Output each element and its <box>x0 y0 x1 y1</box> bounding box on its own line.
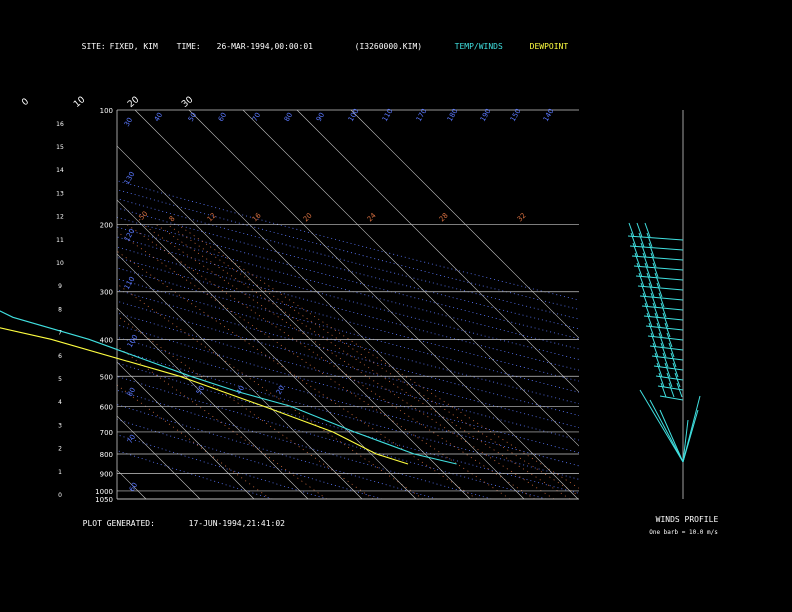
wind-barb-staff <box>637 285 684 291</box>
dry-adiabat-label: 30 <box>123 116 134 128</box>
dry-adiabat-label: 50 <box>195 384 206 396</box>
wind-barb-staff <box>631 255 684 261</box>
plot-generated-value: 17-JUN-1994,21:41:02 <box>188 519 285 528</box>
isotherm-line <box>296 110 579 393</box>
mixing-ratio-label: 8 <box>168 215 177 224</box>
isotherm-line <box>117 253 363 499</box>
isotherm-line <box>0 110 92 499</box>
dry-adiabat-label: 110 <box>123 275 137 291</box>
dry-adiabat-label: 40 <box>235 384 246 396</box>
height-tick-label: 9 <box>58 283 62 290</box>
height-tick-label: 2 <box>58 446 62 453</box>
pressure-tick-label: 400 <box>100 336 113 344</box>
height-tick-label: 15 <box>56 144 64 151</box>
wind-barb-staff <box>659 395 684 401</box>
isotherm-line <box>188 110 579 499</box>
wind-barb-staff <box>633 265 684 271</box>
pressure-tick-label: 200 <box>100 222 113 230</box>
mixing-ratio-label: 12 <box>206 211 218 223</box>
isotherm-label: 10 <box>72 95 87 110</box>
mixing-ratio-label: 32 <box>516 211 528 223</box>
isotherm-line <box>117 415 201 499</box>
dry-adiabat-label: 120 <box>123 227 137 243</box>
height-tick-label: 16 <box>56 121 64 128</box>
isotherm-line <box>350 110 579 339</box>
mixing-ratio-line <box>117 231 511 499</box>
height-tick-label: 4 <box>58 399 62 406</box>
dry-adiabat-label: 100 <box>126 333 140 349</box>
pressure-tick-label: 300 <box>100 289 113 297</box>
mixing-ratio-line <box>142 224 555 499</box>
dry-adiabat <box>117 450 273 499</box>
dry-adiabat-label: 70 <box>251 111 262 123</box>
dry-adiabat-label: 40 <box>153 111 164 123</box>
isotherm-line <box>117 199 417 499</box>
wind-barb-staff <box>629 245 684 251</box>
pressure-tick-label: 500 <box>100 373 113 381</box>
plot-generated-label: PLOT GENERATED: <box>82 519 155 528</box>
height-tick-label: 10 <box>56 260 64 267</box>
mixing-ratio-label: 28 <box>438 211 450 223</box>
dry-adiabat-label: 90 <box>315 111 326 123</box>
mixing-ratio-label: -50 <box>136 210 150 224</box>
mixing-ratio-label: 16 <box>251 211 263 223</box>
pressure-tick-label: 100 <box>100 107 113 115</box>
isotherm-line <box>134 110 525 499</box>
mixing-ratio-line <box>117 345 327 499</box>
dry-adiabat-label: 60 <box>217 111 228 123</box>
height-tick-label: 14 <box>56 167 64 174</box>
wind-barb-staff <box>682 409 699 463</box>
dry-adiabat-label: 50 <box>187 111 198 123</box>
isotherm-label: 30 <box>180 95 195 110</box>
dry-adiabat <box>117 434 328 499</box>
wind-barb-staff <box>659 409 684 463</box>
mixing-ratio-line <box>117 283 424 499</box>
mixing-ratio-label: 20 <box>302 211 314 223</box>
dry-adiabat-label: 70 <box>126 433 137 445</box>
dry-adiabat-label: 80 <box>283 111 294 123</box>
wind-barb-staff <box>627 235 684 241</box>
height-tick-label: 0 <box>58 492 62 499</box>
isotherm-label: 20 <box>126 95 141 110</box>
height-tick-label: 13 <box>56 190 64 197</box>
height-tick-label: 12 <box>56 214 64 221</box>
dry-adiabat-label: 80 <box>126 386 137 398</box>
mixing-ratio-line <box>167 224 579 497</box>
pressure-tick-label: 800 <box>100 451 113 459</box>
wind-barb-staff <box>682 419 689 463</box>
dry-adiabat <box>117 362 579 494</box>
isotherm-line <box>117 307 309 499</box>
height-tick-label: 3 <box>58 422 62 429</box>
isotherm-line <box>0 110 38 499</box>
isotherm-line <box>242 110 579 447</box>
pressure-tick-label: 900 <box>100 470 113 478</box>
pressure-tick-label: 1050 <box>95 496 113 504</box>
dry-adiabat <box>117 324 579 454</box>
height-tick-label: 1 <box>58 469 62 476</box>
height-tick-label: 11 <box>56 237 64 244</box>
mixing-ratio-label: 24 <box>366 211 378 223</box>
wind-barb-staff <box>639 389 684 463</box>
barb-scale-note: One barb = 10.0 m/s <box>649 529 718 536</box>
dry-adiabat <box>117 404 437 499</box>
dry-adiabat <box>117 376 547 499</box>
isotherm-label: 0 <box>20 97 31 109</box>
pressure-tick-label: 1000 <box>95 488 113 496</box>
dry-adiabat-label: 130 <box>123 170 137 186</box>
wind-barb-staff <box>649 399 684 463</box>
mixing-ratio-line <box>126 224 535 499</box>
isotherm-line <box>117 145 471 499</box>
mixing-ratio-line <box>117 250 477 499</box>
isotherm-line <box>117 469 147 499</box>
pressure-tick-label: 600 <box>100 403 113 411</box>
wind-barb-staff <box>635 275 684 281</box>
height-tick-label: 8 <box>58 306 62 313</box>
mixing-ratio-line <box>117 384 271 499</box>
pressure-tick-label: 700 <box>100 429 113 437</box>
height-tick-label: 6 <box>58 353 62 360</box>
height-tick-label: 5 <box>58 376 62 383</box>
